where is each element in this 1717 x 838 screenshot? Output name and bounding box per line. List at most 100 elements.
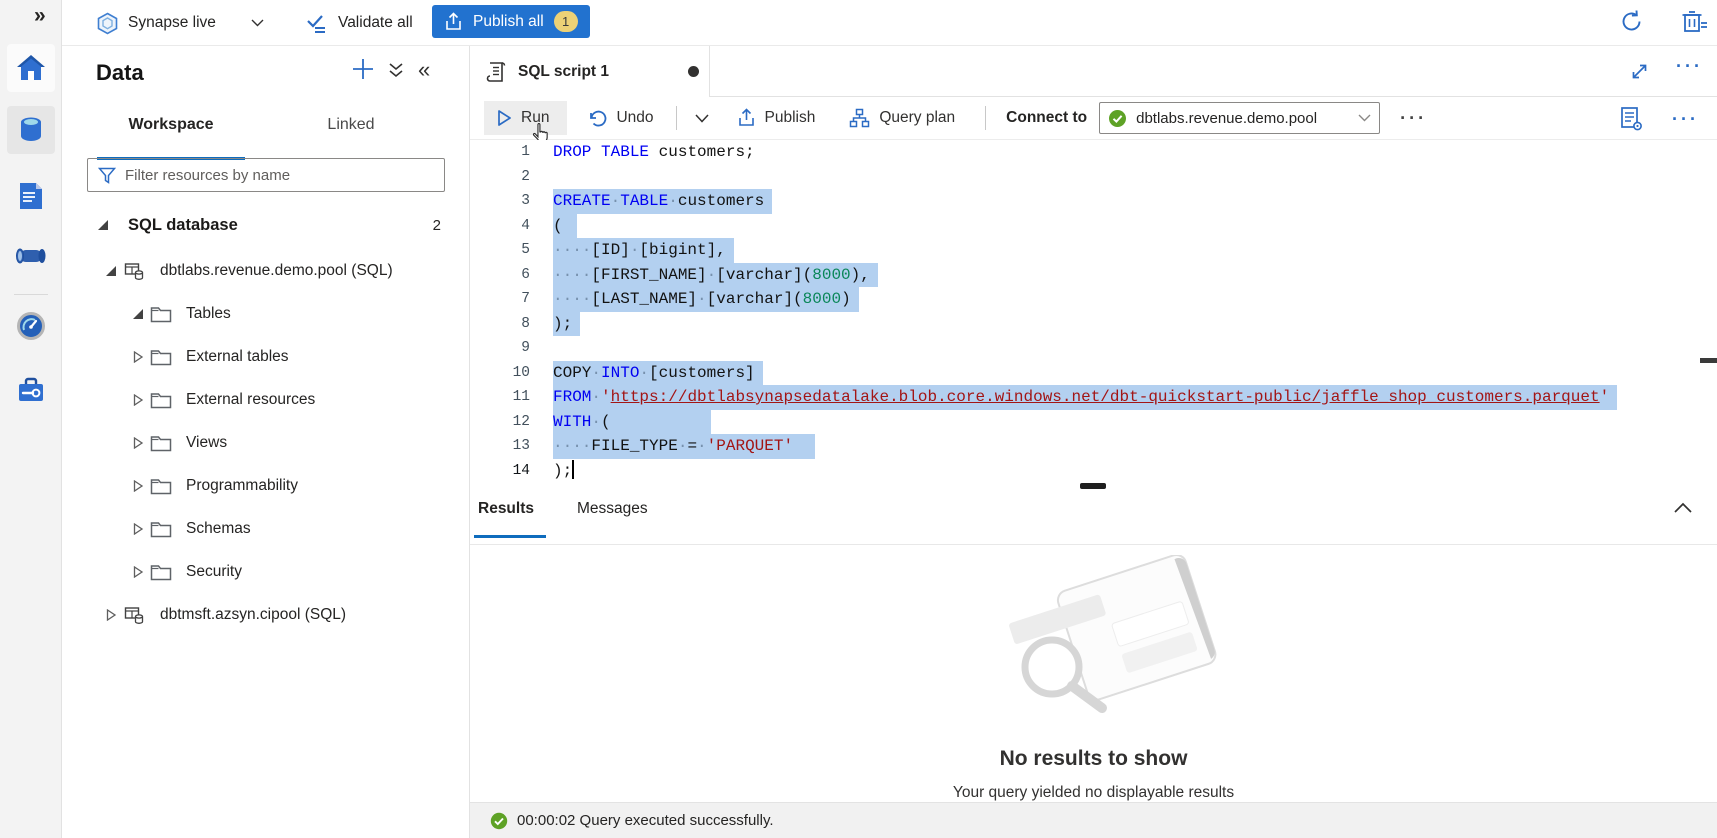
code-line-12[interactable]: 12WITH·( — [470, 410, 1717, 435]
sidebar-item-manage[interactable] — [7, 366, 55, 414]
tab-workspace[interactable]: Workspace — [97, 116, 245, 134]
query-plan-label: Query plan — [879, 109, 955, 127]
code-line-5[interactable]: 5····[ID]·[bigint], — [470, 238, 1717, 263]
undo-menu-chevron[interactable] — [689, 107, 715, 130]
data-explorer-panel: Data « Workspace Linked — [62, 46, 470, 838]
toolbar-overflow-icon[interactable]: ··· — [1400, 108, 1427, 129]
tab-more-actions-icon[interactable]: ··· — [1676, 56, 1703, 77]
sql-code-editor[interactable]: 1DROP TABLE customers;23CREATE·TABLE·cus… — [470, 140, 1717, 532]
script-properties-icon[interactable] — [1620, 106, 1644, 132]
panel-resize-handle[interactable] — [1080, 483, 1106, 489]
undo-label: Undo — [616, 109, 653, 127]
code-line-6[interactable]: 6····[FIRST_NAME]·[varchar](8000), — [470, 263, 1717, 288]
chevron-down-icon — [1358, 114, 1371, 122]
tree-item-label: Schemas — [186, 520, 251, 538]
expand-node-icon[interactable] — [132, 566, 144, 578]
filter-input[interactable] — [125, 167, 444, 184]
collapse-all-icon[interactable] — [388, 62, 404, 79]
collapse-results-icon[interactable] — [1673, 502, 1693, 514]
tree-item-schemas[interactable]: Schemas — [62, 511, 469, 547]
code-line-9[interactable]: 9 — [470, 336, 1717, 361]
scrollbar-mark[interactable] — [1700, 358, 1717, 363]
code-text: WITH·( — [553, 410, 711, 435]
data-panel-tabs: Workspace Linked — [62, 108, 469, 148]
mode-selector[interactable]: Synapse live — [96, 0, 264, 46]
tree-item-security[interactable]: Security — [62, 554, 469, 590]
line-number: 8 — [470, 312, 530, 337]
pipeline-icon — [15, 244, 47, 268]
add-resource-button[interactable] — [350, 56, 376, 82]
tree-item-dbtlabs-revenue-demo-pool-sql-[interactable]: dbtlabs.revenue.demo.pool (SQL) — [62, 253, 469, 289]
code-line-7[interactable]: 7····[LAST_NAME]·[varchar](8000) — [470, 287, 1717, 312]
tree-item-external-resources[interactable]: External resources — [62, 382, 469, 418]
tab-results[interactable]: Results — [478, 500, 534, 518]
tree-item-views[interactable]: Views — [62, 425, 469, 461]
expand-rail-icon[interactable]: » — [34, 4, 46, 28]
code-line-3[interactable]: 3CREATE·TABLE·customers — [470, 189, 1717, 214]
database-icon — [16, 115, 46, 145]
code-line-1[interactable]: 1DROP TABLE customers; — [470, 140, 1717, 165]
code-line-4[interactable]: 4( — [470, 214, 1717, 239]
tree-item-label: Security — [186, 563, 242, 581]
expand-node-icon[interactable] — [132, 394, 144, 406]
query-plan-button[interactable]: Query plan — [839, 101, 965, 135]
code-line-13[interactable]: 13····FILE_TYPE·=·'PARQUET' — [470, 434, 1717, 459]
tab-sql-script-1[interactable]: SQL script 1 — [470, 46, 710, 97]
collapse-panel-icon[interactable]: « — [418, 57, 430, 83]
expand-node-icon[interactable] — [132, 437, 144, 449]
sidebar-item-develop[interactable] — [7, 172, 55, 220]
gauge-icon — [16, 311, 46, 341]
tree-item-programmability[interactable]: Programmability — [62, 468, 469, 504]
sidebar-item-home[interactable] — [7, 44, 55, 92]
expand-node-icon[interactable] — [132, 480, 144, 492]
code-text: ); — [553, 459, 574, 484]
tab-title: SQL script 1 — [518, 63, 609, 81]
validate-all-button[interactable]: Validate all — [305, 0, 413, 46]
tab-messages[interactable]: Messages — [577, 500, 648, 518]
home-icon — [16, 54, 46, 82]
line-number: 6 — [470, 263, 530, 288]
undo-button[interactable]: Undo — [577, 102, 663, 135]
expand-node-icon[interactable] — [105, 609, 117, 621]
connect-to-label: Connect to — [1006, 109, 1087, 127]
run-button[interactable]: Run — [484, 101, 567, 135]
publish-button[interactable]: Publish — [727, 101, 826, 135]
code-text: ); — [553, 312, 580, 337]
sql-pool-icon — [124, 262, 145, 281]
collapse-node-icon[interactable] — [105, 265, 117, 277]
code-line-10[interactable]: 10COPY·INTO·[customers] — [470, 361, 1717, 386]
code-line-8[interactable]: 8); — [470, 312, 1717, 337]
line-number: 10 — [470, 361, 530, 386]
editor-more-actions-icon[interactable]: ··· — [1672, 109, 1699, 130]
connect-to-dropdown[interactable]: dbtlabs.revenue.demo.pool — [1099, 102, 1380, 134]
expand-node-icon[interactable] — [132, 523, 144, 535]
tree-item-dbtmsft-azsyn-cipool-sql-[interactable]: dbtmsft.azsyn.cipool (SQL) — [62, 597, 469, 633]
collapse-node-icon[interactable] — [132, 308, 144, 320]
sidebar-item-monitor[interactable] — [7, 302, 55, 350]
expand-editor-icon[interactable] — [1630, 62, 1649, 81]
query-plan-icon — [849, 108, 870, 128]
code-line-11[interactable]: 11FROM·'https://dbtlabsynapsedatalake.bl… — [470, 385, 1717, 410]
tab-linked[interactable]: Linked — [291, 116, 411, 134]
tree-item-sql-database[interactable]: SQL database2 — [62, 207, 469, 243]
publish-all-button[interactable]: Publish all 1 — [432, 5, 590, 38]
sql-script-icon — [486, 60, 506, 84]
code-text: ····[LAST_NAME]·[varchar](8000) — [553, 287, 859, 312]
tree-item-tables[interactable]: Tables — [62, 296, 469, 332]
code-line-2[interactable]: 2 — [470, 165, 1717, 190]
sidebar-item-data[interactable] — [7, 106, 55, 154]
discard-all-icon[interactable] — [1681, 9, 1707, 35]
results-tabs: Results Messages — [470, 492, 1717, 545]
tree-item-label: Views — [186, 434, 227, 452]
line-number: 1 — [470, 140, 530, 165]
refresh-icon[interactable] — [1619, 9, 1645, 35]
expand-node-icon[interactable] — [132, 351, 144, 363]
line-number: 3 — [470, 189, 530, 214]
tree-item-external-tables[interactable]: External tables — [62, 339, 469, 375]
script-toolbar: Run Undo — [470, 97, 1717, 140]
upload-icon — [444, 12, 463, 32]
tree-item-label: dbtmsft.azsyn.cipool (SQL) — [160, 606, 346, 624]
collapse-node-icon[interactable] — [97, 219, 109, 231]
sidebar-item-integrate[interactable] — [7, 232, 55, 280]
code-line-14[interactable]: 14); — [470, 459, 1717, 484]
